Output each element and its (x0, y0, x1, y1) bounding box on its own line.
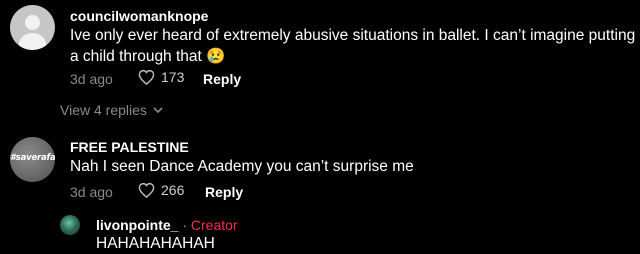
avatar-head-shape (25, 15, 40, 30)
like-button[interactable]: 266 (138, 182, 184, 198)
separator-dot: · (182, 217, 188, 233)
comment-username[interactable]: councilwomanknope (70, 8, 208, 24)
like-button[interactable]: 173 (138, 69, 184, 85)
avatar-body-shape (19, 33, 46, 50)
reply-username[interactable]: livonpointe_ (96, 217, 178, 233)
reply-header: livonpointe_ · Creator (96, 217, 238, 233)
like-count: 266 (161, 182, 185, 198)
chevron-down-icon (153, 107, 163, 114)
reply-button[interactable]: Reply (205, 184, 243, 200)
comment-username[interactable]: FREE PALESTINE (70, 139, 189, 155)
default-avatar[interactable] (10, 5, 55, 50)
creator-badge: Creator (190, 217, 238, 233)
comment-timestamp: 3d ago (70, 184, 113, 200)
reply-button[interactable]: Reply (203, 71, 241, 87)
reply-text: HAHAHAHAHAH (96, 235, 215, 252)
creator-avatar[interactable] (60, 215, 80, 235)
view-replies-button[interactable]: View 4 replies (60, 102, 163, 118)
like-count: 173 (161, 69, 185, 85)
comment-timestamp: 3d ago (70, 71, 113, 87)
comment-text-line: Ive only ever heard of extremely abusive… (70, 27, 636, 44)
avatar-text: #saverafah (10, 153, 55, 163)
comment-text-line: a child through that 😢 (70, 48, 226, 65)
view-replies-label: View 4 replies (60, 102, 147, 118)
comment-text: Ive only ever heard of extremely abusive… (70, 25, 635, 67)
heart-outline-icon (138, 182, 155, 198)
comment-text: Nah I seen Dance Academy you can’t surpr… (70, 158, 414, 175)
heart-outline-icon (138, 69, 155, 85)
user-avatar[interactable]: #saverafah (10, 137, 55, 182)
